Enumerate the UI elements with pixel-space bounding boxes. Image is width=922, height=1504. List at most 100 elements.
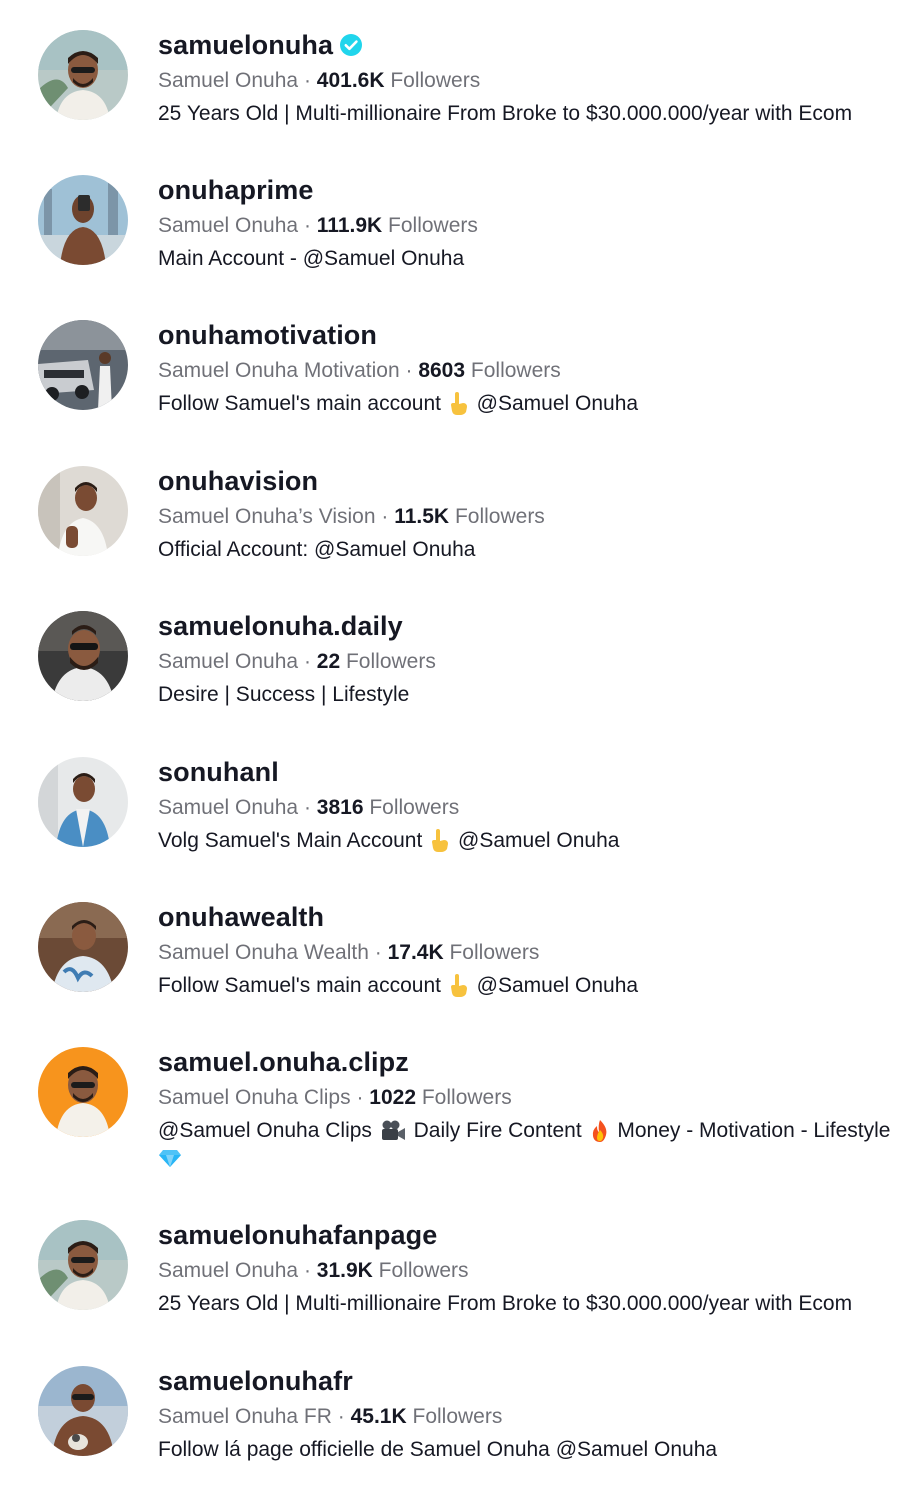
gem-stone-emoji xyxy=(159,1150,181,1168)
account-row[interactable]: onuhamotivation Samuel Onuha Motivation … xyxy=(0,318,922,458)
avatar-photo xyxy=(38,1366,128,1456)
separator: · xyxy=(303,796,311,819)
account-meta: Samuel Onuha Clips · 1022 Followers xyxy=(158,1086,512,1110)
pointing-down-emoji xyxy=(450,974,467,998)
followers-label: Followers xyxy=(421,1086,512,1109)
followers-label: Followers xyxy=(470,359,561,382)
bio: Main Account - @Samuel Onuha xyxy=(158,247,465,270)
separator: · xyxy=(303,1259,311,1282)
avatar[interactable] xyxy=(38,1220,128,1310)
username[interactable]: onuhavision xyxy=(158,466,318,497)
avatar[interactable] xyxy=(38,466,128,556)
followers-label: Followers xyxy=(390,69,481,92)
account-row[interactable]: samuel.onuha.clipz Samuel Onuha Clips · … xyxy=(0,1045,922,1215)
verified-badge-icon xyxy=(340,33,363,56)
account-meta: Samuel Onuha · 22 Followers xyxy=(158,650,436,674)
bio: Official Account: @Samuel Onuha xyxy=(158,538,476,561)
followers-label: Followers xyxy=(454,505,545,528)
username[interactable]: samuel.onuha.clipz xyxy=(158,1047,409,1078)
username[interactable]: samuelonuha.daily xyxy=(158,611,403,642)
avatar-photo xyxy=(38,175,128,265)
avatar-photo xyxy=(38,466,128,556)
account-meta: Samuel Onuha · 401.6K Followers xyxy=(158,69,480,93)
account-meta: Samuel Onuha’s Vision · 11.5K Followers xyxy=(158,505,545,529)
followers-label: Followers xyxy=(388,214,478,237)
bio: Follow Samuel's main account @Samuel Onu… xyxy=(158,974,639,998)
bio: @Samuel Onuha Clips Daily Fire Content M… xyxy=(158,1117,908,1171)
display-name: Samuel Onuha xyxy=(158,796,299,819)
followers-count: 17.4K xyxy=(387,941,444,964)
bio: Follow lá page officielle de Samuel Onuh… xyxy=(158,1438,718,1461)
bio: Follow Samuel's main account @Samuel Onu… xyxy=(158,392,639,416)
display-name: Samuel Onuha xyxy=(158,1259,299,1282)
display-name: Samuel Onuha Clips xyxy=(158,1086,351,1109)
display-name: Samuel Onuha xyxy=(158,69,299,92)
avatar-photo xyxy=(38,30,128,120)
display-name: Samuel Onuha Motivation xyxy=(158,359,400,382)
followers-count: 111.9K xyxy=(316,214,383,237)
movie-camera-emoji xyxy=(381,1120,405,1141)
separator: · xyxy=(303,650,311,673)
bio: 25 Years Old | Multi-millionaire From Br… xyxy=(158,102,853,125)
pointing-down-emoji xyxy=(450,392,467,416)
avatar[interactable] xyxy=(38,1366,128,1456)
avatar-photo xyxy=(38,611,128,701)
pointing-down-emoji xyxy=(432,829,449,853)
followers-count: 31.9K xyxy=(316,1259,373,1282)
separator: · xyxy=(337,1405,345,1428)
followers-count: 8603 xyxy=(418,359,466,382)
display-name: Samuel Onuha’s Vision xyxy=(158,505,376,528)
avatar-photo xyxy=(38,757,128,847)
followers-count: 22 xyxy=(316,650,341,673)
avatar[interactable] xyxy=(38,1047,128,1137)
username[interactable]: onuhaprime xyxy=(158,175,314,206)
account-row[interactable]: onuhawealth Samuel Onuha Wealth · 17.4K … xyxy=(0,900,922,1040)
followers-label: Followers xyxy=(345,650,436,673)
followers-label: Followers xyxy=(412,1405,503,1428)
separator: · xyxy=(405,359,413,382)
account-row[interactable]: onuhavision Samuel Onuha’s Vision · 11.5… xyxy=(0,464,922,604)
username[interactable]: onuhawealth xyxy=(158,902,324,933)
separator: · xyxy=(381,505,389,528)
avatar[interactable] xyxy=(38,902,128,992)
account-meta: Samuel Onuha · 31.9K Followers xyxy=(158,1259,469,1283)
avatar-photo xyxy=(38,1047,128,1137)
account-row[interactable]: samuelonuhafanpage Samuel Onuha · 31.9K … xyxy=(0,1218,922,1358)
account-meta: Samuel Onuha Motivation · 8603 Followers xyxy=(158,359,561,383)
separator: · xyxy=(303,214,311,237)
bio: Desire | Success | Lifestyle xyxy=(158,683,410,706)
followers-count: 11.5K xyxy=(394,505,450,528)
username[interactable]: samuelonuha xyxy=(158,30,363,61)
followers-label: Followers xyxy=(369,796,460,819)
account-row[interactable]: samuelonuha Samuel Onuha · 401.6K Follow… xyxy=(0,28,922,168)
account-row[interactable]: sonuhanl Samuel Onuha · 3816 Followers V… xyxy=(0,755,922,895)
avatar-photo xyxy=(38,902,128,992)
avatar[interactable] xyxy=(38,320,128,410)
username[interactable]: samuelonuhafr xyxy=(158,1366,353,1397)
account-meta: Samuel Onuha · 3816 Followers xyxy=(158,796,459,820)
followers-count: 1022 xyxy=(369,1086,417,1109)
display-name: Samuel Onuha xyxy=(158,214,299,237)
separator: · xyxy=(374,941,382,964)
followers-count: 45.1K xyxy=(350,1405,407,1428)
username[interactable]: samuelonuhafanpage xyxy=(158,1220,437,1251)
avatar-photo xyxy=(38,320,128,410)
avatar[interactable] xyxy=(38,611,128,701)
bio: Volg Samuel's Main Account @Samuel Onuha xyxy=(158,829,620,853)
account-row[interactable]: samuelonuhafr Samuel Onuha FR · 45.1K Fo… xyxy=(0,1364,922,1504)
display-name: Samuel Onuha xyxy=(158,650,299,673)
avatar[interactable] xyxy=(38,175,128,265)
followers-count: 3816 xyxy=(316,796,364,819)
avatar[interactable] xyxy=(38,30,128,120)
separator: · xyxy=(303,69,311,92)
account-meta: Samuel Onuha Wealth · 17.4K Followers xyxy=(158,941,539,965)
username[interactable]: onuhamotivation xyxy=(158,320,377,351)
account-meta: Samuel Onuha FR · 45.1K Followers xyxy=(158,1405,502,1429)
account-row[interactable]: samuelonuha.daily Samuel Onuha · 22 Foll… xyxy=(0,609,922,749)
account-row[interactable]: onuhaprime Samuel Onuha · 111.9K Followe… xyxy=(0,173,922,313)
username[interactable]: sonuhanl xyxy=(158,757,279,788)
fire-emoji xyxy=(592,1120,606,1143)
avatar-photo xyxy=(38,1220,128,1310)
display-name: Samuel Onuha Wealth xyxy=(158,941,369,964)
avatar[interactable] xyxy=(38,757,128,847)
